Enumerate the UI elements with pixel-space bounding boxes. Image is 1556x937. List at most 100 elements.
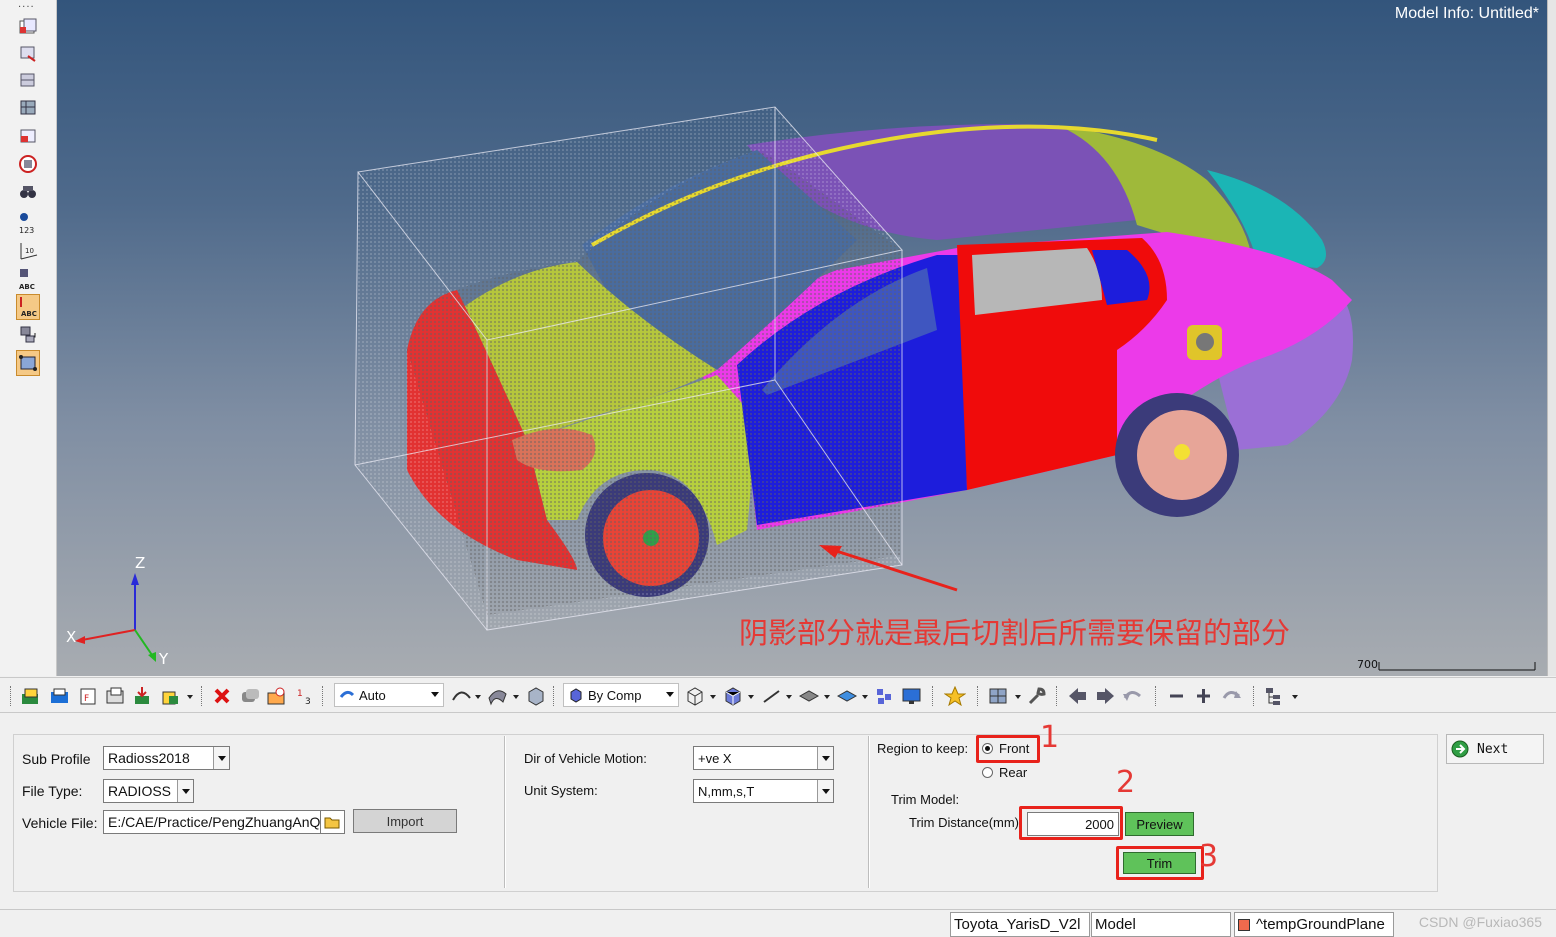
curve-dropdown[interactable] [475,695,481,699]
callout-box-3 [1116,846,1204,880]
toolbar-grip[interactable] [10,686,12,706]
axis-triad [75,573,156,662]
folder-open-icon[interactable] [320,810,345,834]
component-icon[interactable] [16,16,40,38]
vehicle-file-value: E:/CAE/Practice/PengZhuangAnQu [108,814,321,830]
graphics-viewport[interactable]: Model Info: Untitled* Z X Y 700 阴影部分就是最后… [57,0,1547,676]
shaded-dropdown[interactable] [748,695,754,699]
import-button[interactable]: Import [353,809,457,833]
file-type-value: RADIOSS [108,783,172,799]
swap-icon[interactable] [16,323,40,345]
chevron-down-icon[interactable] [817,747,833,769]
solid-icon[interactable] [525,685,547,707]
main-toolbar: F 13 Auto By Comp [0,677,1556,713]
surface-icon[interactable] [487,685,509,707]
view-mode-combo[interactable]: Auto [334,683,444,707]
unit-system-select[interactable]: N,mm,s,T [693,779,834,803]
isolate-icon[interactable] [16,153,40,175]
callout-box-1 [976,735,1040,763]
scale-bar [1378,662,1536,671]
element-dropdown[interactable] [862,695,868,699]
export-options-icon[interactable] [160,685,182,707]
plane-dropdown[interactable] [824,695,830,699]
tree-icon[interactable] [1264,685,1286,707]
rear-radio[interactable] [982,767,993,778]
label-abc-active-icon[interactable]: ABC [16,294,40,320]
import-icon[interactable] [49,685,71,707]
file-type-label: File Type: [22,783,83,799]
toolbar-separator [977,686,979,706]
view-grid-dropdown[interactable] [1015,695,1021,699]
car-model-scene[interactable] [57,0,1547,676]
chevron-down-icon[interactable] [213,747,229,769]
export-dropdown[interactable] [187,695,193,699]
callout-box-2 [1019,806,1123,840]
zoom-out-icon[interactable] [1166,685,1188,707]
preview-button[interactable]: Preview [1125,812,1194,836]
axis-z-label: Z [135,554,146,572]
export-icon[interactable] [132,685,154,707]
undo-icon[interactable] [1121,685,1143,707]
tree-dropdown[interactable] [1292,695,1298,699]
find-icon[interactable] [16,43,40,65]
renumber-icon[interactable]: 13 [295,685,317,707]
status-component[interactable]: ^tempGroundPlane [1234,912,1394,937]
open-model-icon[interactable] [20,685,42,707]
chevron-down-icon[interactable] [817,780,833,802]
rear-label: Rear [999,765,1028,780]
dir-motion-label: Dir of Vehicle Motion: [524,751,647,766]
arrow-right-icon[interactable] [1094,685,1116,707]
vehicle-file-label: Vehicle File: [22,815,98,831]
curve-icon[interactable] [451,685,473,707]
chevron-down-icon[interactable] [177,780,193,802]
reject-icon[interactable] [239,685,261,707]
shaded-mesh-icon[interactable] [722,685,744,707]
viewport-right-edge [1547,0,1556,676]
unmask-icon[interactable] [16,97,40,119]
wireframe-dropdown[interactable] [710,695,716,699]
line-dropdown[interactable] [786,695,792,699]
dir-motion-select[interactable]: +ve X [693,746,834,770]
file-icon[interactable]: F [78,685,100,707]
view-grid-icon[interactable] [988,685,1010,707]
plane-icon[interactable] [798,685,820,707]
wireframe-icon[interactable] [684,685,706,707]
rotate-icon[interactable] [1220,685,1242,707]
mask-icon[interactable] [16,70,40,92]
save-icon[interactable] [105,685,127,707]
view-mode-value: Auto [359,687,386,703]
svg-text:3: 3 [305,697,311,706]
numbers-icon[interactable]: 123 [16,208,40,236]
label-abc-icon[interactable]: ABC [16,266,40,292]
delete-icon[interactable] [212,685,234,707]
axis-x-label: X [66,628,77,646]
model-info-label: Model Info: Untitled* [1394,5,1539,22]
next-button[interactable]: Next [1446,734,1544,764]
toolbar-separator [1056,686,1058,706]
show-icon[interactable] [16,125,40,147]
svg-text:F: F [84,694,89,704]
arrow-left-icon[interactable] [1067,685,1089,707]
monitor-icon[interactable] [901,685,923,707]
zoom-in-icon[interactable] [1193,685,1215,707]
callout-number-1: 1 [1040,720,1060,755]
ruler-icon[interactable]: 10 [16,240,40,264]
wrench-icon[interactable] [1026,685,1048,707]
element-icon[interactable] [836,685,858,707]
organize-icon[interactable] [266,685,288,707]
left-toolbar: ···· 123 10 ABC ABC [0,0,57,676]
topology-icon[interactable] [874,685,896,707]
color-mode-combo[interactable]: By Comp [563,683,679,707]
frame-icon[interactable] [16,350,40,376]
sub-profile-select[interactable]: Radioss2018 [103,746,230,770]
chevron-down-icon [666,692,674,697]
binoculars-icon[interactable] [16,181,40,203]
surface-dropdown[interactable] [513,695,519,699]
vehicle-file-input[interactable]: E:/CAE/Practice/PengZhuangAnQu [103,810,321,834]
star-icon[interactable] [944,685,966,707]
line-icon[interactable] [761,685,783,707]
toolbar-grip[interactable]: ···· [18,2,35,13]
toolbar-separator [201,686,203,706]
file-type-select[interactable]: RADIOSS [103,779,194,803]
status-model-name: Toyota_YarisD_V2l [950,912,1090,937]
